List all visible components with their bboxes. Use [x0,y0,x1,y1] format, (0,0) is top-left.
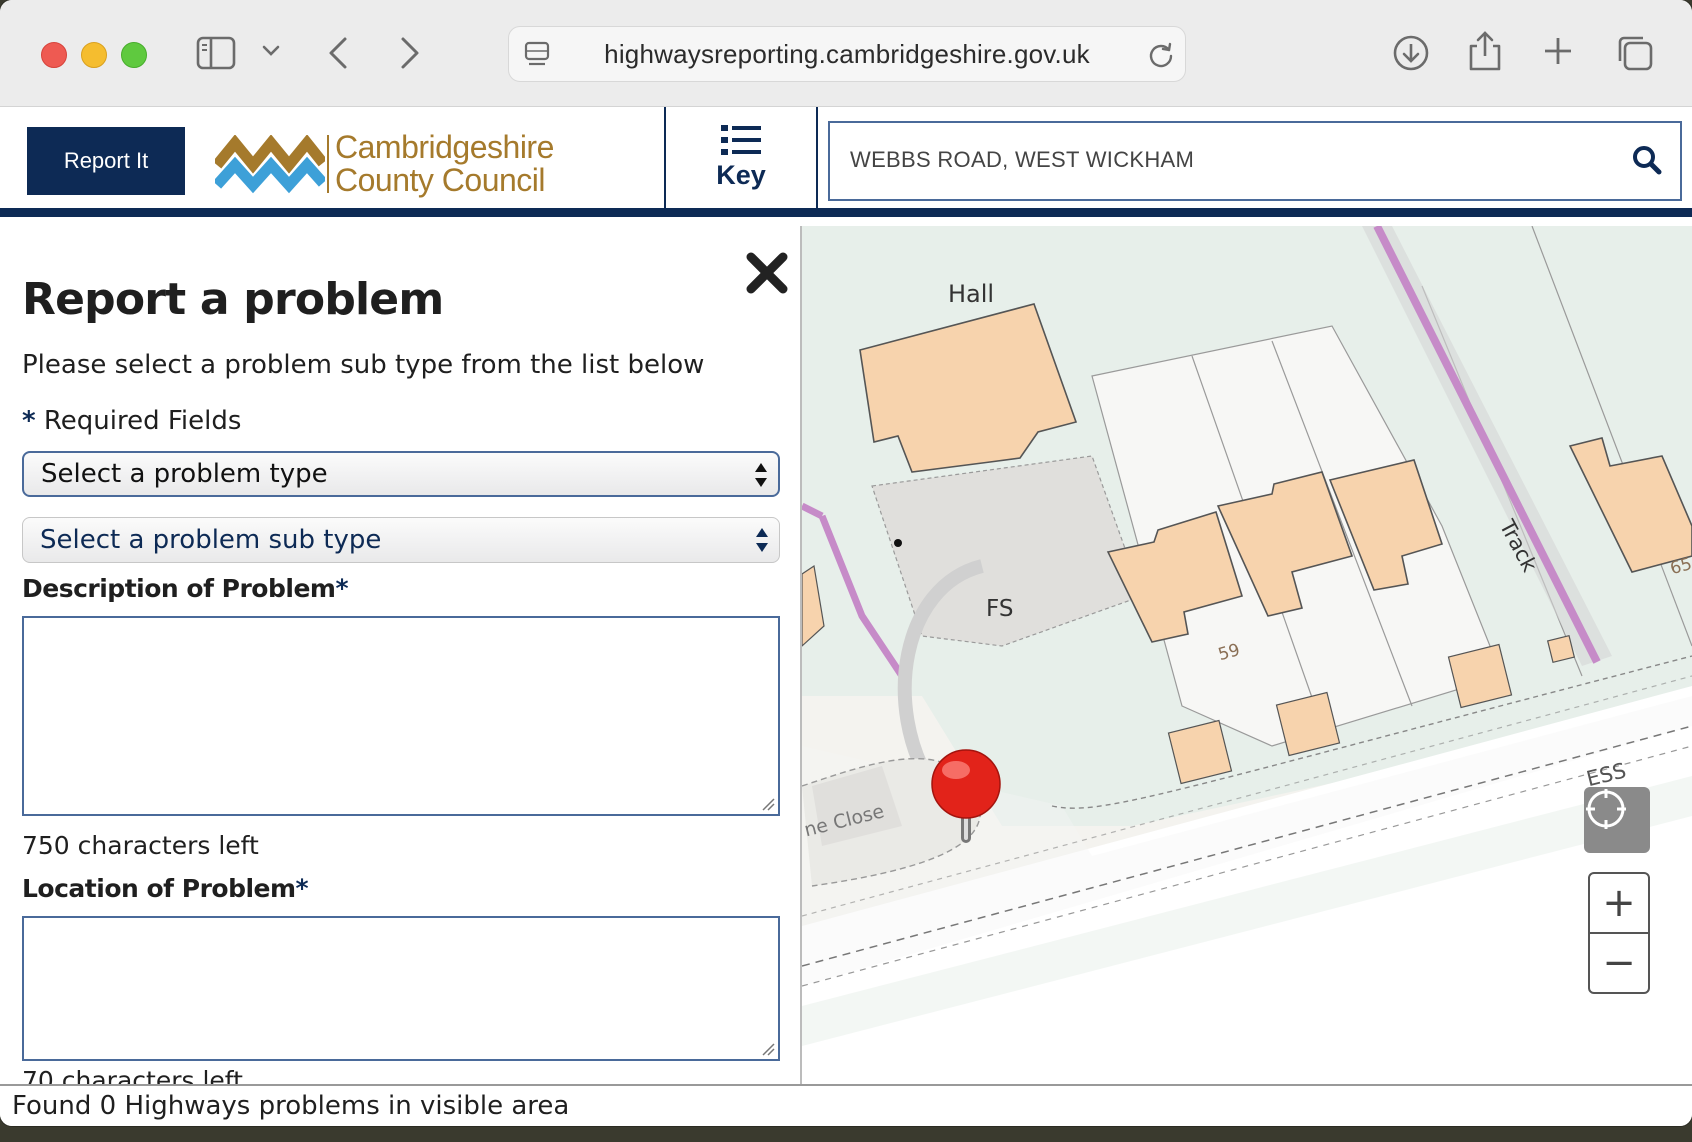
problem-type-value: Select a problem type [41,459,328,489]
required-star: * [22,406,36,436]
description-label-text: Description of Problem [22,574,336,603]
logo-divider [327,135,329,193]
map-canvas[interactable] [802,226,1692,1084]
problem-subtype-select[interactable]: Select a problem sub type [22,517,780,563]
required-fields-note: * Required Fields [22,406,241,436]
sidebar-icon[interactable] [196,36,236,70]
description-char-counter: 750 characters left [22,831,259,860]
crosshair-icon [1586,789,1626,829]
tab-overview-icon[interactable] [1616,34,1654,72]
zoom-in-button[interactable]: + [1588,872,1650,934]
download-icon[interactable] [1392,34,1430,72]
key-label: Key [716,160,766,190]
location-label: Location of Problem* [22,874,309,903]
report-it-button[interactable]: Report It [27,127,185,195]
report-panel: Report a problem Please select a problem… [0,226,802,1084]
browser-window: highwaysreporting.cambridgeshire.gov.uk … [0,0,1692,1126]
forward-icon[interactable] [398,36,422,70]
select-arrows-icon [756,528,768,552]
location-search-input[interactable]: WEBBS ROAD, WEST WICKHAM [828,121,1682,201]
share-icon[interactable] [1468,30,1502,72]
chevron-down-icon[interactable] [262,44,280,58]
resize-grip-icon[interactable] [761,797,775,811]
search-value[interactable]: WEBBS ROAD, WEST WICKHAM [850,147,1194,173]
map-label-hall: Hall [948,280,995,308]
zoom-out-button[interactable]: − [1588,932,1650,994]
page-title: Report a problem [22,274,444,325]
problem-subtype-value: Select a problem sub type [40,525,382,555]
search-icon[interactable] [1632,145,1662,179]
locate-me-button[interactable] [1584,787,1650,853]
logo-line2: County Council [335,162,545,198]
minimize-window-button[interactable] [81,42,107,68]
close-icon[interactable] [745,251,789,295]
required-star: * [335,574,349,603]
location-char-counter: 70 characters left [22,1066,243,1084]
required-star: * [295,874,309,903]
map-view[interactable]: Hall FS Track ne Close ESS 59 65 + − [802,226,1692,1084]
browser-toolbar: highwaysreporting.cambridgeshire.gov.uk [0,0,1692,107]
list-icon [721,125,761,155]
reload-icon[interactable] [1147,41,1175,69]
council-logo[interactable]: Cambridgeshire County Council [215,129,554,199]
close-window-button[interactable] [41,42,67,68]
council-logo-icon [215,135,325,194]
maximize-window-button[interactable] [121,42,147,68]
location-textarea[interactable] [22,916,780,1061]
status-bar: Found 0 Highways problems in visible are… [0,1084,1692,1126]
new-tab-icon[interactable] [1543,36,1573,66]
back-icon[interactable] [326,36,350,70]
required-fields-label: Required Fields [43,406,242,436]
logo-line1: Cambridgeshire [335,129,554,165]
site-header: Report It Cambridgeshire County Council … [0,107,1692,217]
problem-type-select[interactable]: Select a problem type [22,451,780,497]
location-label-text: Location of Problem [22,874,296,903]
resize-grip-icon[interactable] [761,1042,775,1056]
panel-instructions: Please select a problem sub type from th… [22,350,705,380]
url-text[interactable]: highwaysreporting.cambridgeshire.gov.uk [509,39,1185,70]
key-button[interactable]: Key [664,107,818,208]
address-bar[interactable]: highwaysreporting.cambridgeshire.gov.uk [508,26,1186,82]
select-arrows-icon [755,463,767,487]
description-label: Description of Problem* [22,574,349,603]
description-textarea[interactable] [22,616,780,816]
logo-text: Cambridgeshire County Council [335,131,554,197]
map-label-fs: FS [986,596,1014,622]
